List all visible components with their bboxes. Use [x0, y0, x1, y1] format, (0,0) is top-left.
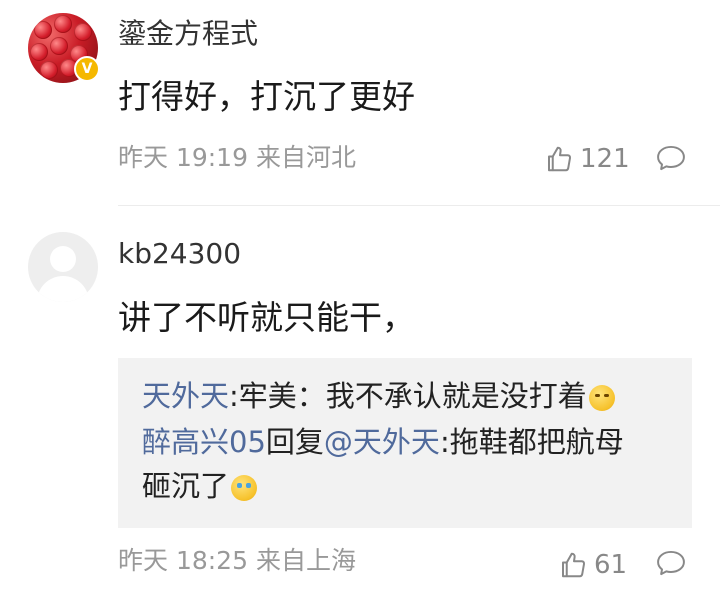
quote-user-link[interactable]: 天外天 — [142, 379, 229, 413]
like-count: 61 — [594, 549, 628, 580]
comment-meta: 昨天 19:19 来自河北 — [118, 143, 356, 172]
comment-bubble-icon — [657, 550, 685, 576]
quote-text: 砸沉了 — [142, 469, 230, 503]
username[interactable]: 鎏金方程式 — [118, 17, 258, 51]
quote-text: 拖鞋都把航母 — [449, 425, 624, 459]
quote-line: 醉高兴05回复@天外天:拖鞋都把航母 — [142, 420, 624, 464]
thumbs-up-icon — [548, 146, 572, 171]
comment-bubble-icon — [657, 145, 685, 171]
avatar[interactable] — [28, 232, 98, 302]
reply-button[interactable] — [655, 143, 687, 173]
avatar-placeholder-body — [37, 276, 89, 302]
quote-mention-link[interactable]: @天外天 — [324, 425, 440, 459]
like-button[interactable]: 121 — [544, 143, 630, 174]
like-count: 121 — [580, 143, 630, 174]
verified-badge-icon: V — [74, 56, 100, 82]
avatar-placeholder-head — [50, 246, 76, 272]
comment-text: 打得好，打沉了更好 — [118, 77, 415, 116]
like-button[interactable]: 61 — [558, 549, 627, 580]
username[interactable]: kb24300 — [118, 237, 241, 271]
quote-line: 天外天:牢美：我不承认就是没打着 — [142, 374, 615, 418]
thinking-face-emoji-icon — [588, 385, 615, 411]
quote-text: 牢美：我不承认就是没打着 — [238, 379, 587, 413]
quote-user-link[interactable]: 醉高兴05 — [142, 425, 266, 459]
comment-meta: 昨天 18:25 来自上海 — [118, 546, 356, 575]
quote-action: 回复 — [265, 425, 324, 459]
reply-button[interactable] — [655, 548, 687, 578]
quote-line: 砸沉了 — [142, 464, 258, 508]
thumbs-up-icon — [562, 552, 586, 577]
reply-quote-box[interactable]: 天外天:牢美：我不承认就是没打着 醉高兴05回复@天外天:拖鞋都把航母 砸沉了 — [118, 358, 692, 528]
laughing-crying-emoji-icon — [231, 475, 258, 501]
quote-separator: : — [229, 379, 239, 413]
comment-item: V 鎏金方程式 打得好，打沉了更好 昨天 19:19 来自河北 121 — [0, 0, 720, 205]
comment-text: 讲了不听就只能干， — [118, 298, 415, 337]
quote-separator: : — [439, 425, 450, 459]
